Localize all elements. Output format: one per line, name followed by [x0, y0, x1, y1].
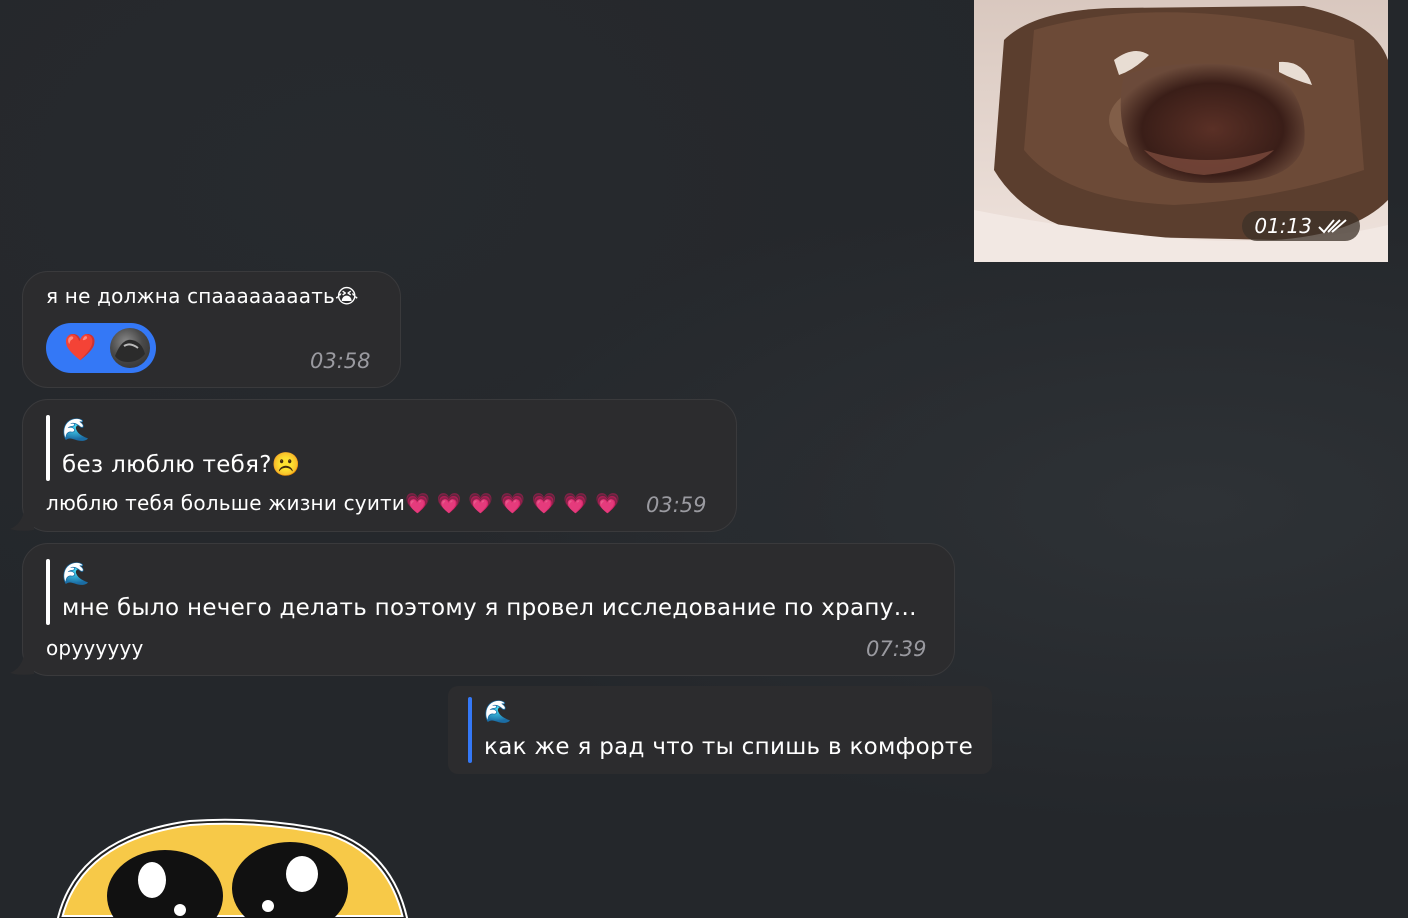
- reactor-avatar: [110, 328, 150, 368]
- bubble-tail: [10, 510, 34, 531]
- reply-author: 🌊: [62, 562, 90, 587]
- message-time: 07:39: [866, 637, 927, 661]
- message-text: люблю тебя больше жизни суити💗 💗 💗 💗 💗 💗…: [46, 491, 621, 515]
- reply-bar-outgoing: [468, 697, 472, 763]
- reaction-badge[interactable]: ❤️: [46, 323, 156, 373]
- outgoing-message-reply[interactable]: [448, 686, 992, 774]
- message-text: я не должна спаааааааать😭: [46, 284, 359, 308]
- message-time: 03:59: [646, 493, 707, 517]
- message-time: 03:58: [310, 349, 371, 373]
- sticker-emoji-face[interactable]: [40, 818, 440, 918]
- double-check-icon: [1318, 219, 1347, 234]
- reply-bar: [46, 559, 50, 625]
- reply-quote: мне было нечего делать поэтому я провел …: [62, 595, 917, 621]
- bubble-tail: [10, 654, 34, 675]
- heart-icon: ❤️: [64, 333, 97, 363]
- reply-quote: как же я рад что ты спишь в комфорте: [484, 734, 974, 760]
- message-text: оруууууу: [46, 636, 144, 660]
- reply-author: 🌊: [484, 700, 512, 725]
- reply-bar: [46, 415, 50, 481]
- photo-message[interactable]: 01:13: [974, 0, 1388, 262]
- reply-author: 🌊: [62, 418, 90, 443]
- reply-quote: без люблю тебя?☹️: [62, 452, 301, 478]
- photo-time-pill: 01:13: [1242, 211, 1360, 241]
- photo-time: 01:13: [1254, 214, 1312, 238]
